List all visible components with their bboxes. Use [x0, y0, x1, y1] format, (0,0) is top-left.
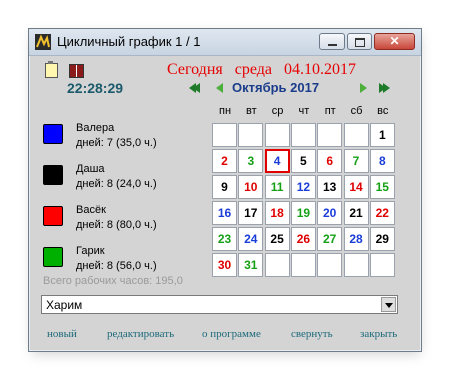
- weekday-label: пт: [324, 105, 336, 117]
- close-link[interactable]: закрыть: [360, 328, 397, 340]
- close-icon: ✕: [389, 34, 400, 48]
- calendar-day-31[interactable]: 31: [238, 253, 264, 277]
- person-color-swatch[interactable]: [43, 206, 63, 226]
- calendar-day-27[interactable]: 27: [317, 227, 343, 251]
- calendar-day-7[interactable]: 7: [343, 149, 369, 173]
- calendar-day-5[interactable]: 5: [290, 149, 316, 173]
- calendar-day-29[interactable]: 29: [369, 227, 395, 251]
- app-window: Цикличный график 1 / 1 ✕ Сегодня среда 0…: [28, 28, 422, 352]
- app-icon: [35, 34, 51, 50]
- calendar-empty-cell[interactable]: [290, 123, 316, 147]
- calendar-day-6[interactable]: 6: [317, 149, 343, 173]
- weekday-label: чт: [298, 105, 310, 117]
- weekday-label: вс: [377, 105, 389, 117]
- calendar-day-30[interactable]: 30: [212, 253, 237, 277]
- weekday-label: пн: [218, 105, 232, 117]
- maximize-window-button[interactable]: [347, 33, 372, 50]
- calendar-day-19[interactable]: 19: [290, 201, 316, 225]
- calendar-empty-cell[interactable]: [290, 253, 316, 277]
- person-name: Гарик: [76, 245, 105, 257]
- calendar-day-12[interactable]: 12: [290, 175, 316, 199]
- minimize-link[interactable]: свернуть: [291, 328, 333, 340]
- person-name: Васёк: [76, 204, 106, 216]
- calendar-day-13[interactable]: 13: [317, 175, 343, 199]
- calendar-day-24[interactable]: 24: [238, 227, 264, 251]
- person-color-swatch[interactable]: [43, 165, 63, 185]
- total-hours: Всего рабочих часов: 195,0: [43, 275, 183, 287]
- person-days: дней: 7 (35,0 ч.): [76, 137, 157, 149]
- calendar-day-23[interactable]: 23: [212, 227, 237, 251]
- calendar-day-22[interactable]: 22: [369, 201, 395, 225]
- chevron-down-icon[interactable]: [381, 297, 396, 312]
- calendar-day-20[interactable]: 20: [317, 201, 343, 225]
- calendar-grid: 1 2 3 4 5 6 7 8 9 10 11 12 13 14 15 16 17 18 19 20 21 22 23 24 2…: [212, 123, 397, 279]
- weekday-label: вт: [245, 105, 257, 117]
- calendar-day-21[interactable]: 21: [343, 201, 369, 225]
- schedule-select[interactable]: Харим: [41, 295, 398, 314]
- prev-year-arrow-icon-2: [193, 83, 200, 93]
- weekday-label: ср: [271, 105, 284, 117]
- calendar-day-11[interactable]: 11: [264, 175, 290, 199]
- close-window-button[interactable]: ✕: [374, 33, 415, 50]
- month-label: Октябрь 2017: [232, 80, 320, 95]
- edit-link[interactable]: редактировать: [107, 328, 174, 340]
- calendar-empty-cell[interactable]: [212, 123, 237, 147]
- person-name: Валера: [76, 122, 115, 134]
- about-link[interactable]: о программе: [202, 328, 261, 340]
- calendar-day-16[interactable]: 16: [212, 201, 237, 225]
- calendar-day-26[interactable]: 26: [290, 227, 316, 251]
- calendar-day-10[interactable]: 10: [238, 175, 264, 199]
- calendar-day-15[interactable]: 15: [369, 175, 395, 199]
- calendar-day-8[interactable]: 8: [369, 149, 395, 173]
- calendar-day-25[interactable]: 25: [264, 227, 290, 251]
- calendar-day-2[interactable]: 2: [212, 149, 237, 173]
- clock: 22:28:29: [67, 80, 124, 96]
- person-days: дней: 8 (56,0 ч.): [76, 260, 157, 272]
- calendar-day-1[interactable]: 1: [369, 123, 395, 147]
- book-icon[interactable]: [69, 64, 84, 78]
- schedule-select-value: Харим: [46, 298, 83, 312]
- calendar-day-14[interactable]: 14: [343, 175, 369, 199]
- window-title: Цикличный график 1 / 1: [57, 34, 201, 49]
- calendar-empty-cell[interactable]: [343, 123, 369, 147]
- next-month-arrow-icon[interactable]: [360, 83, 367, 93]
- calendar-day-18[interactable]: 18: [264, 201, 290, 225]
- person-days: дней: 8 (24,0 ч.): [76, 178, 157, 190]
- calendar-day-4[interactable]: 4: [264, 149, 290, 173]
- calendar-empty-cell[interactable]: [343, 253, 369, 277]
- calendar-empty-cell[interactable]: [264, 253, 290, 277]
- title-bar[interactable]: Цикличный график 1 / 1 ✕: [29, 29, 421, 56]
- calendar-empty-cell[interactable]: [317, 253, 343, 277]
- calendar-empty-cell[interactable]: [238, 123, 264, 147]
- clipboard-icon[interactable]: [45, 61, 58, 78]
- person-color-swatch[interactable]: [43, 124, 63, 144]
- calendar-empty-cell[interactable]: [264, 123, 290, 147]
- calendar-day-9[interactable]: 9: [212, 175, 237, 199]
- next-year-arrow-icon-2: [383, 83, 390, 93]
- prev-month-arrow-icon[interactable]: [216, 83, 223, 93]
- minimize-window-button[interactable]: [319, 33, 345, 50]
- calendar-day-17[interactable]: 17: [238, 201, 264, 225]
- person-color-swatch[interactable]: [43, 247, 63, 267]
- calendar-day-28[interactable]: 28: [343, 227, 369, 251]
- person-name: Даша: [76, 163, 105, 175]
- new-link[interactable]: новый: [47, 328, 77, 340]
- calendar-day-3[interactable]: 3: [238, 149, 264, 173]
- weekday-label: сб: [350, 105, 363, 117]
- calendar-empty-cell[interactable]: [369, 253, 395, 277]
- calendar-empty-cell[interactable]: [317, 123, 343, 147]
- person-days: дней: 8 (80,0 ч.): [76, 219, 157, 231]
- today-label: Сегодня среда 04.10.2017: [167, 61, 356, 78]
